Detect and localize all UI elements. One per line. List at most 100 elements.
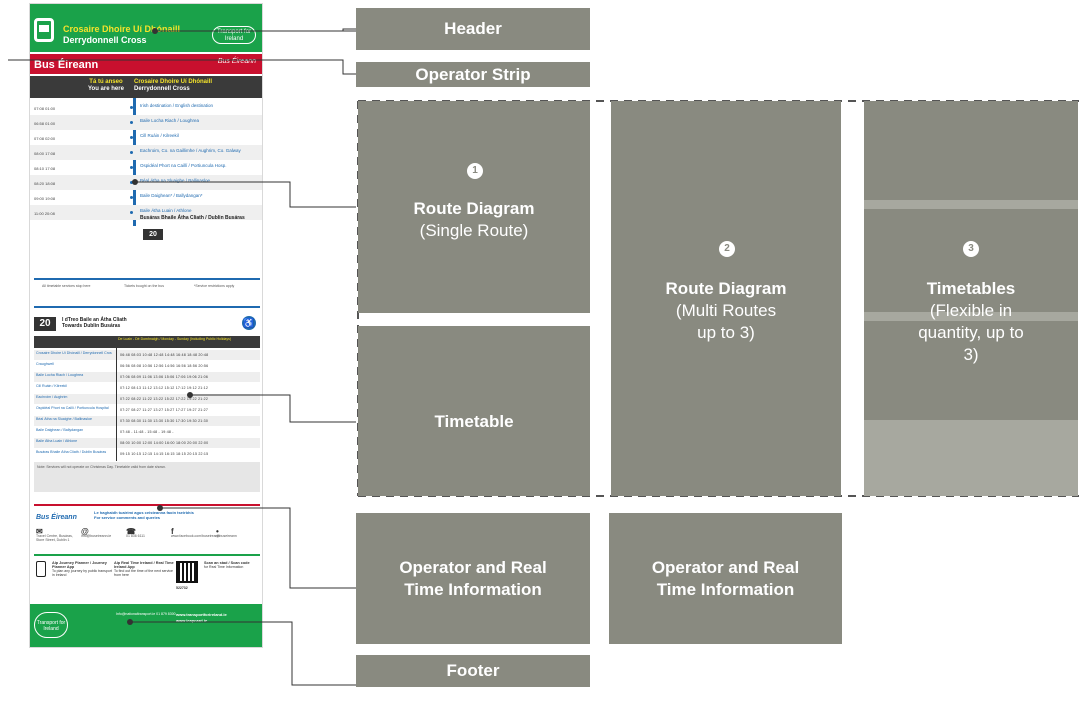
- wheelchair-icon: ♿: [242, 316, 256, 330]
- qr-code-icon: [176, 561, 198, 583]
- contact-text: Travel Centre, Busáras, Store Street, Du…: [36, 534, 73, 542]
- contact-text: @buseireann: [216, 534, 237, 538]
- timetable-row: Baile Daighean / Ballydangan 07:48 - 11:4…: [34, 427, 260, 437]
- route-stop-row: 08:20 18:08 Béal Átha na Sluaighe / Balli…: [30, 175, 262, 190]
- route-diagram-single-label: Route Diagram (Single Route): [413, 199, 535, 240]
- stop-dot: [130, 166, 133, 169]
- timetable-days: De Luain - Dé Domhnaigh / Monday - Sunda…: [34, 336, 260, 348]
- contact-item: ✉ Travel Centre, Busáras, Store Street, D…: [36, 528, 82, 543]
- divider: [34, 554, 260, 556]
- legend-item: All timetable services stop here: [42, 284, 91, 288]
- stop-name-english: Derrydonnell Cross: [63, 35, 147, 45]
- timetable-times: 06:56 08:08 10:56 12:56 14:56 16:56 18:5…: [120, 364, 209, 368]
- stop-dot: [130, 211, 133, 214]
- stop-name: Cill Ruáin / Kilreekil: [140, 133, 179, 138]
- header-label: Header: [356, 8, 590, 50]
- timetable-times: 06:48 08:03 10:48 12:48 14:48 16:48 18:4…: [120, 353, 209, 357]
- timetable-row: Crosaire Dhoire Uí Dhónaill / Derrydonne…: [34, 350, 260, 360]
- operator-logo: Bus Éireann: [217, 58, 256, 65]
- stop-name: Béal Átha na Sluaighe / Ballinasloe: [140, 178, 211, 183]
- stop-times: 07:08 01:00: [34, 106, 56, 111]
- tfi-logo: Transport for Ireland: [212, 26, 256, 44]
- stop-times: 06:58 01:00: [34, 121, 56, 126]
- stop-name: Baile Daighean* / Ballydangan*: [140, 193, 203, 198]
- stop-code: 522732: [176, 586, 188, 590]
- operator-rti-label-2: Operator and Real Time Information: [609, 513, 842, 644]
- legend-item: Tickets bought on the bus: [124, 284, 164, 288]
- number-badge-2: 2: [719, 241, 735, 257]
- route-stop-row: 06:58 01:00 Baile Locha Riach / Loughrea: [30, 115, 262, 130]
- timetable-row: Eachroim / Aughrim 07:22 08:22 11:22 13:2…: [34, 394, 260, 404]
- timetable-stop: Busáras Bhaile Átha Cliath / Dublin Busá…: [36, 450, 107, 454]
- route-stop-row: 07:08 02:00 Cill Ruáin / Kilreekil: [30, 130, 262, 145]
- app-real-time: Aip Real Time Ireland / Real Time Irelan…: [114, 561, 174, 577]
- timetable-row: Busáras Bhaile Átha Cliath / Dublin Busá…: [34, 449, 260, 459]
- contact-item: ☎ 01 836 6111: [126, 528, 172, 539]
- stop-dot: [130, 106, 133, 109]
- divider: [34, 306, 260, 308]
- apps-info: Aip Journey Planner / Journey Planner Ap…: [34, 559, 260, 599]
- app-journey-planner: Aip Journey Planner / Journey Planner Ap…: [52, 561, 112, 577]
- stop-name: Baile Locha Riach / Loughrea: [140, 118, 200, 123]
- timetable-notes: Note: Services will not operate on Chris…: [34, 462, 260, 492]
- stop-name: Ospidéal Phort na Caillí / Portiuncula H…: [140, 163, 227, 168]
- route-number-badge: 20: [143, 229, 163, 240]
- operator-rti-label-1: Operator and Real Time Information: [356, 513, 590, 644]
- route-stop-row: 08:10 17:08 Ospidéal Phort na Caillí / Po…: [30, 160, 262, 175]
- operator-name: Bus Éireann: [34, 59, 99, 71]
- operator-strip-label: Operator Strip: [356, 62, 590, 87]
- current-stop-label: Crosaire Dhoire Uí Dhónaill Derrydonnell…: [134, 79, 213, 92]
- stop-name: Eachroim, Co. na Gaillimhe / Aughrim, Co…: [140, 148, 241, 153]
- timetable-row: Ospidéal Phort na Caillí / Portiuncula H…: [34, 405, 260, 415]
- operator-logo: Bus Éireann: [36, 514, 77, 521]
- timetable-stop: Ospidéal Phort na Caillí / Portiuncula H…: [36, 406, 109, 410]
- route-diagram-multi-label: Route Diagram (Multi Routes up to 3): [665, 279, 787, 342]
- number-badge-1: 1: [467, 163, 483, 179]
- poster-footer: Transport for Ireland Info@nationaltrans…: [30, 604, 262, 647]
- route-stop-row: 08:00 17:08 Eachroim, Co. na Gaillimhe / …: [30, 145, 262, 160]
- contact-text: 01 836 6111: [126, 534, 145, 538]
- contact-text: www.facebook.com/buseireann: [171, 534, 220, 538]
- legend-item: *Service restrictions apply: [194, 284, 235, 288]
- timetable-times: 07:48 - 11:48 - 15:48 - 19:48 -: [120, 430, 174, 434]
- timetables-flexible-label: Timetables (Flexible in quantity, up to …: [918, 279, 1024, 364]
- timetable-times: 09:15 10:15 12:15 14:15 16:15 18:15 20:1…: [120, 452, 209, 456]
- tfi-logo: Transport for Ireland: [34, 612, 68, 638]
- timetable-row: Béal Átha na Sluaighe / Ballinasloe 07:30…: [34, 416, 260, 426]
- stop-times: 08:20 18:08: [34, 181, 56, 186]
- comments-heading: Le haghaidh tuairimí agus ceisteanna fao…: [94, 510, 194, 520]
- bus-icon: [34, 18, 54, 42]
- timetable-times: 07:06 08:09 11:06 13:06 15:06 17:06 19:0…: [120, 375, 209, 379]
- stop-times: 08:10 17:08: [34, 166, 56, 171]
- timetable-times: 08:00 10:00 12:00 14:00 16:00 18:00 20:0…: [120, 441, 209, 445]
- timetable-row: Baile Átha Luain / Athlone 08:00 10:00 12…: [34, 438, 260, 448]
- timetable-divider: [116, 348, 117, 461]
- poster-header: Crosaire Dhoire Uí Dhónaill Derrydonnell…: [30, 4, 262, 52]
- timetable-times: 07:12 08:13 11:12 13:12 15:12 17:12 19:1…: [120, 386, 209, 390]
- timetable-label: Timetable: [434, 412, 514, 431]
- footer-contact: Info@nationaltransport.ie 01 879 8300: [116, 612, 176, 616]
- scan-info: Scan an stad / Scan code for Real Time In…: [204, 561, 250, 569]
- operator-info: Bus Éireann Le haghaidh tuairimí agus ce…: [34, 504, 260, 552]
- destination-stop: Busáras Bhaile Átha Cliath / Dublin Busá…: [140, 215, 245, 221]
- stop-dot: [130, 151, 133, 154]
- timetable-divider-stripe: [864, 200, 1078, 209]
- timetable-poster: Crosaire Dhoire Uí Dhónaill Derrydonnell…: [29, 3, 263, 648]
- timetable-times: 07:22 08:22 11:22 13:22 15:22 17:22 19:2…: [120, 397, 209, 401]
- footer-websites: www.transportforireland.ie www.leapcard.…: [176, 612, 227, 623]
- timetable-stop: Craughwell: [36, 362, 54, 366]
- timetable-divider-stripe: [864, 420, 1078, 496]
- phone-icon: [36, 561, 46, 577]
- stop-dot: [130, 136, 133, 139]
- timetable-row: Craughwell 06:56 08:08 10:56 12:56 14:56 …: [34, 361, 260, 371]
- contact-text: info@buseireann.ie: [81, 534, 112, 538]
- timetable-destination: I dTreo Baile an Átha Cliath Towards Dub…: [62, 317, 127, 329]
- operator-strip: Bus Éireann Bus Éireann: [30, 52, 262, 74]
- timetable-row: Cill Ruáin / Kilreekil 07:12 08:13 11:12 …: [34, 383, 260, 393]
- stop-name: Baile Átha Luain / Athlone: [140, 208, 192, 213]
- timetable-stop: Baile Daighean / Ballydangan: [36, 428, 84, 432]
- stop-name-irish: Crosaire Dhoire Uí Dhónaill: [63, 24, 181, 34]
- timetable-row: Baile Locha Riach / Loughrea 07:06 08:09 …: [34, 372, 260, 382]
- stop-times: 11:00 20:08: [34, 211, 55, 216]
- timetable-stop: Béal Átha na Sluaighe / Ballinasloe: [36, 417, 92, 421]
